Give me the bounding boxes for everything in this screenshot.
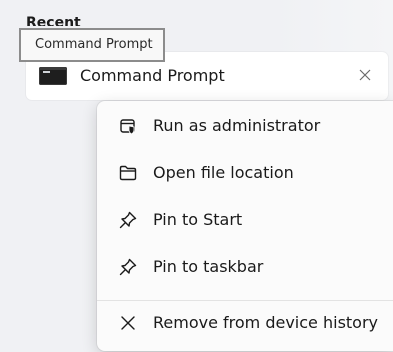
menu-item-label: Pin to taskbar (153, 257, 264, 276)
menu-item-pin-to-start[interactable]: Pin to Start (97, 200, 393, 240)
menu-item-label: Pin to Start (153, 210, 243, 229)
shield-admin-icon (120, 119, 135, 135)
menu-item-label: Remove from device history (153, 313, 379, 332)
menu-item-remove-from-device-history[interactable]: Remove from device history (97, 303, 393, 343)
menu-item-label: Run as administrator (153, 116, 321, 135)
pin-icon (119, 258, 137, 276)
folder-icon (119, 165, 137, 181)
pin-icon (119, 211, 137, 229)
menu-item-label: Open file location (153, 163, 294, 182)
close-icon (121, 316, 135, 330)
menu-item-run-as-administrator[interactable]: Run as administrator (97, 106, 393, 146)
remove-recent-button[interactable] (356, 66, 374, 84)
close-icon (359, 69, 371, 81)
recent-heading: Recent (26, 15, 81, 26)
context-menu: Run as administrator Open file location … (97, 101, 393, 351)
menu-item-open-file-location[interactable]: Open file location (97, 153, 393, 193)
start-menu-screen: { "section": { "heading": "Recent" }, "r… (0, 0, 393, 352)
recent-item-label: Command Prompt (80, 66, 225, 85)
menu-divider (97, 300, 393, 301)
tooltip: Command Prompt (19, 28, 165, 62)
command-prompt-icon (39, 67, 67, 85)
menu-item-pin-to-taskbar[interactable]: Pin to taskbar (97, 247, 393, 287)
